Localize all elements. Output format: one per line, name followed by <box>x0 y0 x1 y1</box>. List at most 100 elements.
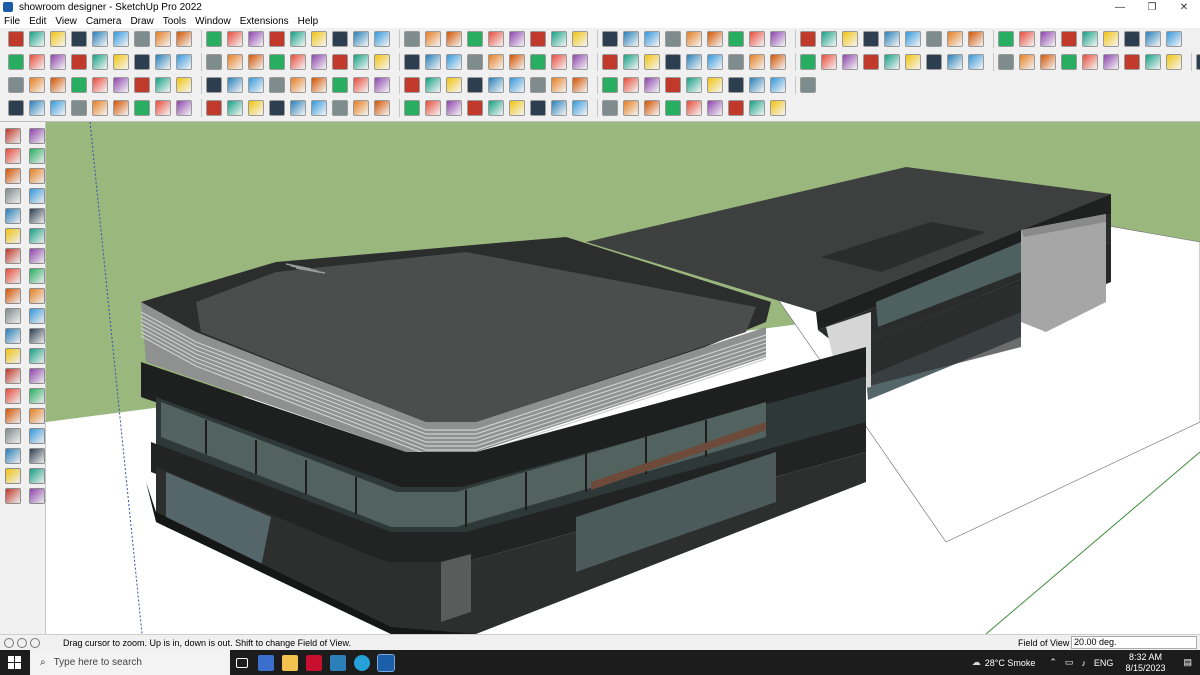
toolbar-tool-icon[interactable] <box>227 77 243 93</box>
left-tool-icon[interactable] <box>29 148 45 164</box>
toolbar-tool-icon[interactable] <box>509 100 525 116</box>
toolbar-tool-icon[interactable] <box>602 100 618 116</box>
toolbar-tool-icon[interactable] <box>572 77 588 93</box>
toolbar-tool-icon[interactable] <box>50 31 66 47</box>
toolbar-tool-icon[interactable] <box>311 31 327 47</box>
toolbar-tool-icon[interactable] <box>155 77 171 93</box>
toolbar-tool-icon[interactable] <box>311 54 327 70</box>
toolbar-tool-icon[interactable] <box>467 54 483 70</box>
toolbar-tool-icon[interactable] <box>602 54 618 70</box>
left-tool-icon[interactable] <box>5 468 21 484</box>
toolbar-tool-icon[interactable] <box>404 100 420 116</box>
toolbar-tool-icon[interactable] <box>290 31 306 47</box>
toolbar-tool-icon[interactable] <box>800 77 816 93</box>
menu-window[interactable]: Window <box>195 16 231 27</box>
toolbar-tool-icon[interactable] <box>176 54 192 70</box>
left-tool-icon[interactable] <box>29 388 45 404</box>
left-tool-icon[interactable] <box>29 448 45 464</box>
toolbar-tool-icon[interactable] <box>1061 31 1077 47</box>
toolbar-tool-icon[interactable] <box>968 54 984 70</box>
toolbar-tool-icon[interactable] <box>623 31 639 47</box>
toolbar-tool-icon[interactable] <box>665 31 681 47</box>
left-tool-icon[interactable] <box>5 128 21 144</box>
menu-draw[interactable]: Draw <box>130 16 153 27</box>
left-tool-icon[interactable] <box>29 128 45 144</box>
left-tool-icon[interactable] <box>29 468 45 484</box>
toolbar-tool-icon[interactable] <box>269 100 285 116</box>
toolbar-tool-icon[interactable] <box>551 54 567 70</box>
start-button[interactable] <box>0 650 30 675</box>
menu-camera[interactable]: Camera <box>86 16 122 27</box>
toolbar-tool-icon[interactable] <box>8 31 24 47</box>
toolbar-tool-icon[interactable] <box>488 54 504 70</box>
menu-view[interactable]: View <box>55 16 77 27</box>
autocad-app-icon[interactable] <box>302 650 326 675</box>
toolbar-tool-icon[interactable] <box>353 54 369 70</box>
user-account-icon[interactable] <box>30 637 40 648</box>
left-tool-icon[interactable] <box>29 228 45 244</box>
toolbar-tool-icon[interactable] <box>467 100 483 116</box>
toolbar-tool-icon[interactable] <box>248 54 264 70</box>
toolbar-tool-icon[interactable] <box>551 100 567 116</box>
menu-help[interactable]: Help <box>298 16 319 27</box>
toolbar-tool-icon[interactable] <box>842 54 858 70</box>
toolbar-tool-icon[interactable] <box>1082 54 1098 70</box>
left-tool-icon[interactable] <box>5 488 21 504</box>
toolbar-tool-icon[interactable] <box>665 54 681 70</box>
toolbar-tool-icon[interactable] <box>530 100 546 116</box>
toolbar-tool-icon[interactable] <box>92 31 108 47</box>
toolbar-tool-icon[interactable] <box>665 77 681 93</box>
toolbar-tool-icon[interactable] <box>134 77 150 93</box>
toolbar-tool-icon[interactable] <box>602 31 618 47</box>
toolbar-tool-icon[interactable] <box>821 54 837 70</box>
toolbar-tool-icon[interactable] <box>8 100 24 116</box>
left-tool-icon[interactable] <box>29 368 45 384</box>
toolbar-tool-icon[interactable] <box>488 77 504 93</box>
toolbar-tool-icon[interactable] <box>353 31 369 47</box>
left-tool-icon[interactable] <box>29 248 45 264</box>
credits-icon[interactable] <box>17 637 27 648</box>
toolbar-tool-icon[interactable] <box>92 77 108 93</box>
toolbar-tool-icon[interactable] <box>644 100 660 116</box>
edge-browser-icon[interactable] <box>350 650 374 675</box>
photoshop-app-icon[interactable] <box>326 650 350 675</box>
toolbar-tool-icon[interactable] <box>404 77 420 93</box>
left-tool-icon[interactable] <box>5 288 21 304</box>
toolbar-tool-icon[interactable] <box>530 77 546 93</box>
left-tool-icon[interactable] <box>5 228 21 244</box>
vcb-measurement-input[interactable]: 20.00 deg. <box>1071 636 1197 649</box>
toolbar-tool-icon[interactable] <box>248 77 264 93</box>
toolbar-tool-icon[interactable] <box>905 54 921 70</box>
left-tool-icon[interactable] <box>5 348 21 364</box>
left-tool-icon[interactable] <box>29 348 45 364</box>
left-tool-icon[interactable] <box>29 288 45 304</box>
left-tool-icon[interactable] <box>5 168 21 184</box>
close-button[interactable]: ✕ <box>1168 0 1200 14</box>
menu-tools[interactable]: Tools <box>163 16 186 27</box>
toolbar-tool-icon[interactable] <box>269 77 285 93</box>
language-indicator[interactable]: ENG <box>1094 658 1114 668</box>
toolbar-tool-icon[interactable] <box>1103 54 1119 70</box>
toolbar-tool-icon[interactable] <box>509 54 525 70</box>
toolbar-tool-icon[interactable] <box>1124 54 1140 70</box>
toolbar-tool-icon[interactable] <box>488 100 504 116</box>
toolbar-tool-icon[interactable] <box>1040 54 1056 70</box>
toolbar-tool-icon[interactable] <box>1061 54 1077 70</box>
toolbar-tool-icon[interactable] <box>1082 31 1098 47</box>
toolbar-tool-icon[interactable] <box>728 100 744 116</box>
toolbar-tool-icon[interactable] <box>50 100 66 116</box>
toolbar-tool-icon[interactable] <box>71 31 87 47</box>
toolbar-tool-icon[interactable] <box>749 77 765 93</box>
toolbar-tool-icon[interactable] <box>446 54 462 70</box>
left-tool-icon[interactable] <box>29 328 45 344</box>
left-tool-icon[interactable] <box>5 368 21 384</box>
toolbar-tool-icon[interactable] <box>290 100 306 116</box>
toolbar-tool-icon[interactable] <box>176 77 192 93</box>
toolbar-tool-icon[interactable] <box>770 31 786 47</box>
toolbar-tool-icon[interactable] <box>686 54 702 70</box>
toolbar-tool-icon[interactable] <box>155 31 171 47</box>
toolbar-tool-icon[interactable] <box>113 31 129 47</box>
toolbar-tool-icon[interactable] <box>623 77 639 93</box>
toolbar-tool-icon[interactable] <box>749 31 765 47</box>
toolbar-tool-icon[interactable] <box>206 31 222 47</box>
